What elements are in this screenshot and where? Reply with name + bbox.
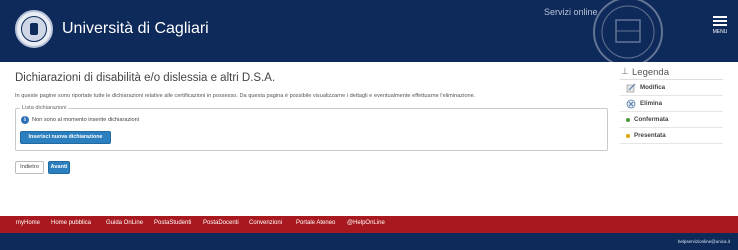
university-logo[interactable] xyxy=(15,10,53,48)
declarations-list: Lista dichiarazioni i Non sono al moment… xyxy=(15,105,608,151)
page-intro: In queste pagine sono riportate tutte le… xyxy=(15,93,476,99)
legend-header: ⊥ Legenda xyxy=(620,64,723,80)
hamburger-icon xyxy=(713,16,727,18)
legend-label: Confermata xyxy=(634,116,669,123)
status-dot-icon xyxy=(626,134,630,138)
footer-link-myhome[interactable]: myHome xyxy=(16,220,40,226)
legend-item-elimina: Elimina xyxy=(620,96,723,112)
footer-bottom-bar: helpservizionline@unica.it xyxy=(0,233,738,250)
edit-icon xyxy=(626,83,636,93)
footer-link-posta-docenti[interactable]: PostaDocenti xyxy=(203,220,239,226)
footer-link-posta-studenti[interactable]: PostaStudenti xyxy=(154,220,191,226)
legend-label: Modifica xyxy=(640,84,666,91)
footer-link-convenzioni[interactable]: Convenzioni xyxy=(249,220,282,226)
delete-icon xyxy=(626,99,636,109)
site-header: Università di Cagliari Servizi online ME… xyxy=(0,0,738,62)
seal-watermark-icon xyxy=(593,0,663,62)
footer-links-bar: myHome Home pubblica Guida OnLine PostaS… xyxy=(0,216,738,233)
status-dot-icon xyxy=(626,118,630,122)
add-declaration-button[interactable]: Inserisci nuova dichiarazione xyxy=(20,131,111,144)
legend-label: Elimina xyxy=(640,100,663,107)
empty-message-text: Non sono al momento inserite dichiarazio… xyxy=(32,117,139,123)
info-icon: i xyxy=(21,116,29,124)
legend-item-presentata: Presentata xyxy=(620,128,723,144)
menu-button[interactable]: MENU xyxy=(706,14,734,44)
legend-title: Legenda xyxy=(632,67,669,78)
legend-item-modifica: Modifica xyxy=(620,80,723,96)
legend-label: Presentata xyxy=(634,132,666,139)
page-title: Dichiarazioni di disabilità e/o dislessi… xyxy=(15,72,276,84)
help-email-link[interactable]: helpservizionline@unica.it xyxy=(678,239,730,244)
pin-icon: ⊥ xyxy=(621,67,629,77)
back-button[interactable]: Indietro xyxy=(15,161,44,174)
footer-link-portale-ateneo[interactable]: Portale Ateneo xyxy=(296,220,335,226)
next-button[interactable]: Avanti xyxy=(48,161,70,174)
menu-label: MENU xyxy=(712,29,728,35)
footer-link-help-online[interactable]: @HelpOnLine xyxy=(347,220,385,226)
legend-item-confermata: Confermata xyxy=(620,112,723,128)
footer-link-home-pubblica[interactable]: Home pubblica xyxy=(51,220,91,226)
legend-panel: ⊥ Legenda Modifica Elimina Confermata Pr… xyxy=(620,64,723,144)
empty-message: i Non sono al momento inserite dichiaraz… xyxy=(21,116,139,124)
list-legend: Lista dichiarazioni xyxy=(20,105,69,111)
footer-link-guida-online[interactable]: Guida OnLine xyxy=(106,220,143,226)
university-name[interactable]: Università di Cagliari xyxy=(62,20,209,38)
